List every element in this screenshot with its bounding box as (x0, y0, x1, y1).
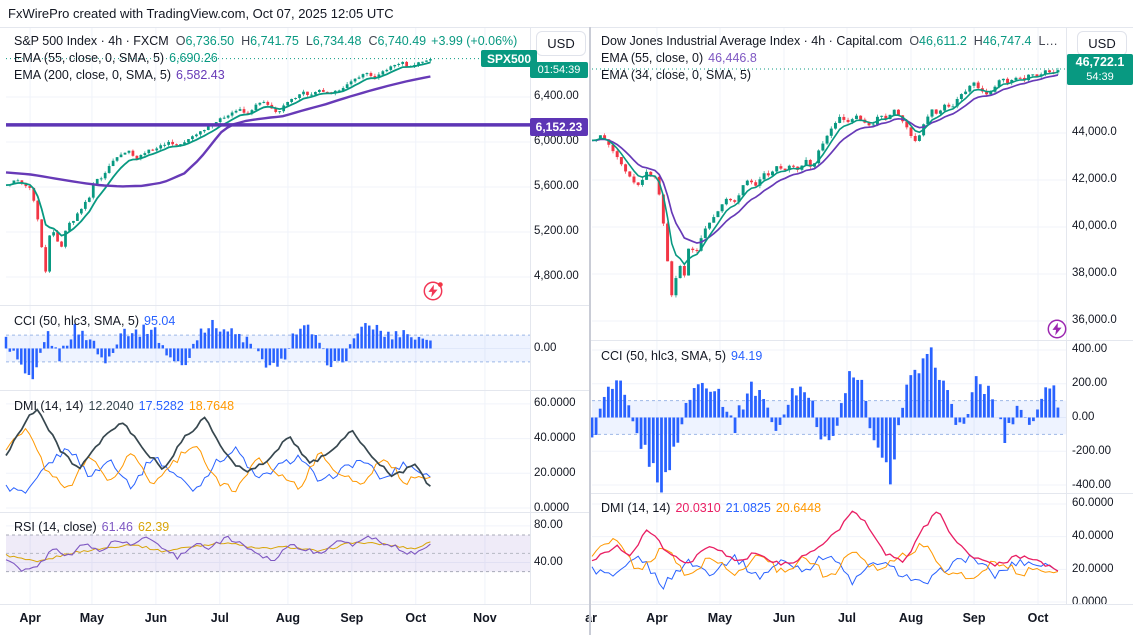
ohlc-open-label: O (175, 34, 186, 48)
indicator-value: 94.19 (731, 349, 763, 363)
flash-icon[interactable] (422, 280, 444, 302)
divider (0, 390, 589, 391)
divider (591, 493, 1133, 494)
ohlc-change: +3.99 (+0.06%) (431, 34, 518, 48)
currency-button[interactable]: USD (536, 31, 586, 56)
countdown: 54:39 (1086, 70, 1114, 83)
indicator-label: RSI (14, close) (14, 520, 97, 534)
ema55-legend[interactable]: EMA (55, close, 0) 46,446.8 (601, 50, 757, 66)
rsi-value: 61.46 (101, 520, 133, 534)
ohlc-close: 6,740.49 (377, 34, 427, 48)
symbol-price-badge: SPX500 (481, 50, 538, 67)
symbol-title: S&P 500 Index · 4h · FXCM (14, 34, 169, 48)
indicator-label: EMA (34, close, 0, SMA, 5) (601, 68, 752, 82)
divider (0, 512, 589, 513)
minus-di-value: 18.7648 (188, 399, 235, 413)
divider (591, 340, 1133, 341)
ohlc-low-label: L (305, 34, 313, 48)
symbol-title: Dow Jones Industrial Average Index · 4h … (601, 34, 903, 48)
countdown-badge: 01:54:39 (530, 62, 588, 78)
minus-di-value: 20.6448 (775, 501, 822, 515)
price-scale[interactable] (531, 28, 588, 604)
flash-icon[interactable] (1046, 318, 1068, 340)
indicator-label: EMA (55, close, 0, SMA, 5) (14, 51, 165, 65)
plus-di-value: 17.5282 (138, 399, 184, 413)
indicator-label: CCI (50, hlc3, SMA, 5) (601, 349, 727, 363)
cci-legend[interactable]: CCI (50, hlc3, SMA, 5) 95.04 (14, 313, 175, 329)
cci-legend[interactable]: CCI (50, hlc3, SMA, 5) 94.19 (601, 348, 762, 364)
ema55-legend[interactable]: EMA (55, close, 0, SMA, 5) 6,690.26 (14, 50, 218, 66)
panel-divider (589, 27, 591, 635)
ohlc-high: 46,747.4 (982, 34, 1032, 48)
indicator-label: DMI (14, 14) (14, 399, 84, 413)
last-price: 46,722.1 (1075, 54, 1125, 69)
dmi-legend[interactable]: DMI (14, 14) 20.0310 21.0825 20.6448 (601, 500, 821, 516)
rsi-legend[interactable]: RSI (14, close) 61.46 62.39 (14, 519, 169, 535)
ohlc-low-truncated: L… (1038, 34, 1058, 48)
indicator-value: 6,690.26 (169, 51, 218, 65)
indicator-label: EMA (200, close, 0, SMA, 5) (14, 68, 172, 82)
ema200-legend[interactable]: EMA (200, close, 0, SMA, 5) 6,582.43 (14, 67, 225, 83)
currency-button[interactable]: USD (1077, 31, 1127, 56)
ohlc-high-label: H (973, 34, 983, 48)
time-scale[interactable] (0, 605, 1133, 633)
ohlc-open: 46,611.2 (919, 34, 967, 48)
symbol-legend[interactable]: Dow Jones Industrial Average Index · 4h … (601, 33, 1058, 49)
rsi-ma-value: 62.39 (137, 520, 170, 534)
indicator-label: CCI (50, hlc3, SMA, 5) (14, 314, 140, 328)
adx-value: 12.2040 (88, 399, 134, 413)
level-price-badge: 6,152.23 (530, 118, 588, 136)
indicator-value: 46,446.8 (708, 51, 757, 65)
symbol-price-badge: 46,722.1 54:39 (1067, 54, 1133, 85)
plus-di-value: 21.0825 (725, 501, 771, 515)
ohlc-open-label: O (909, 34, 920, 48)
ohlc-open: 6,736.50 (185, 34, 235, 48)
indicator-value: 95.04 (144, 314, 176, 328)
ohlc-high: 6,741.75 (250, 34, 299, 48)
divider (0, 305, 589, 306)
indicator-value: 6,582.43 (176, 68, 225, 82)
indicator-label: DMI (14, 14) (601, 501, 671, 515)
price-scale[interactable] (1067, 28, 1133, 604)
credit-line: FxWirePro created with TradingView.com, … (8, 6, 394, 21)
adx-value: 20.0310 (675, 501, 721, 515)
ohlc-high-label: H (241, 34, 251, 48)
indicator-label: EMA (55, close, 0) (601, 51, 704, 65)
ema34-legend[interactable]: EMA (34, close, 0, SMA, 5) (601, 67, 751, 83)
ohlc-low: 6,734.48 (312, 34, 362, 48)
dmi-legend[interactable]: DMI (14, 14) 12.2040 17.5282 18.7648 (14, 398, 234, 414)
symbol-legend[interactable]: S&P 500 Index · 4h · FXCM O6,736.50 H6,741… (14, 33, 517, 49)
